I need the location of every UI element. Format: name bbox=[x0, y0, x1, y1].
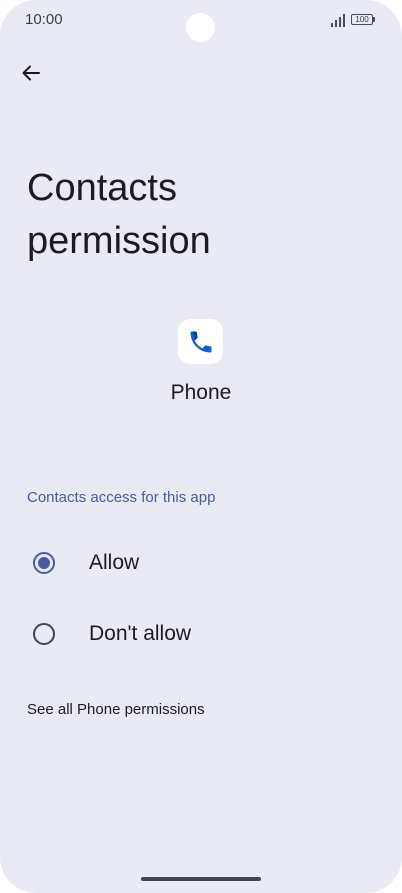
section-header: Contacts access for this app bbox=[27, 489, 216, 506]
dont-allow-option[interactable]: Don't allow bbox=[0, 604, 402, 664]
battery-level: 100 bbox=[355, 15, 369, 24]
phone-icon bbox=[190, 331, 211, 352]
allow-radio[interactable] bbox=[33, 552, 55, 574]
status-time: 10:00 bbox=[25, 11, 63, 28]
app-name: Phone bbox=[170, 381, 232, 404]
home-indicator[interactable] bbox=[141, 877, 261, 881]
status-bar: 10:00 100 bbox=[0, 0, 402, 42]
page-title: Contacts permission bbox=[27, 167, 211, 262]
allow-label: Allow bbox=[89, 551, 140, 574]
battery-icon: 100 bbox=[351, 14, 373, 25]
back-button[interactable] bbox=[14, 56, 48, 90]
app-icon bbox=[178, 319, 223, 364]
battery-tip bbox=[373, 17, 375, 22]
dont-allow-radio[interactable] bbox=[33, 623, 55, 645]
permission-screen: 10:00 100 Contacts permission Phone Cont… bbox=[0, 0, 402, 893]
signal-icon bbox=[331, 14, 345, 27]
see-all-permissions-link[interactable]: See all Phone permissions bbox=[27, 701, 205, 718]
allow-option[interactable]: Allow bbox=[0, 533, 402, 593]
dont-allow-label: Don't allow bbox=[89, 622, 192, 645]
arrow-left-icon bbox=[22, 65, 40, 81]
camera-cutout bbox=[186, 13, 215, 42]
